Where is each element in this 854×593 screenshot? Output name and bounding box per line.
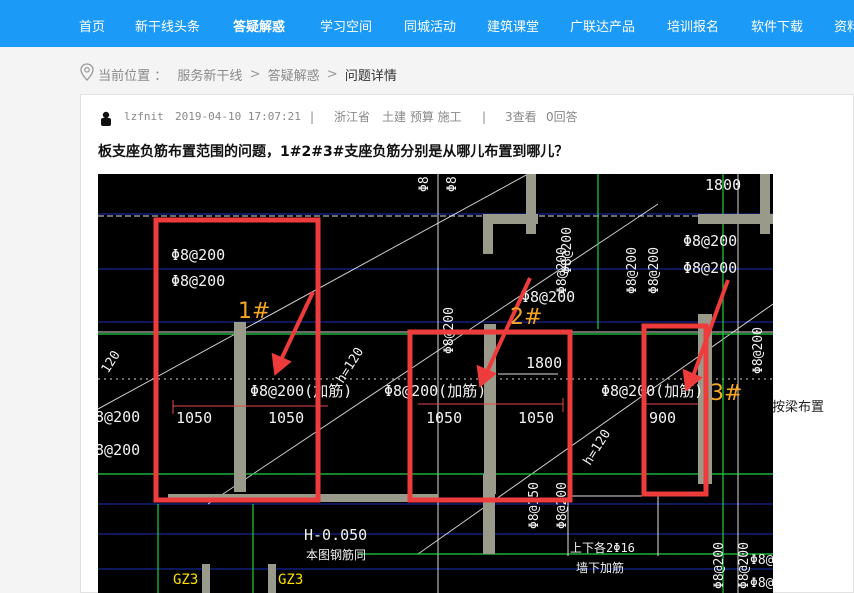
nav-item-home[interactable]: 首页: [79, 0, 105, 47]
cad-text-rebar: Φ8: [445, 176, 460, 192]
breadcrumb-separator: >: [326, 66, 338, 82]
cad-text-column: GZ3: [173, 572, 198, 588]
breadcrumb: 当前位置 ： 服务新干线 > 答疑解惑 > 问题详情: [80, 63, 397, 85]
cad-text-rebar: Φ8@200: [98, 441, 140, 459]
cad-text-dimension: 1050: [176, 409, 212, 427]
cad-text-note: 墙下加筋: [576, 560, 624, 575]
nav-item-training[interactable]: 培训报名: [667, 0, 719, 47]
nav-item-learning[interactable]: 学习空间: [320, 0, 372, 47]
cad-text-rebar: Φ8@200: [712, 542, 727, 589]
top-nav: 首页 新干线头条 答疑解惑 学习空间 同城活动 建筑课堂 广联达产品 培训报名 …: [0, 0, 854, 47]
cad-text-note: 上下各2Φ16: [570, 540, 635, 555]
label-1: 1#: [238, 299, 270, 324]
cad-text-dimension: 1050: [268, 409, 304, 427]
breadcrumb-separator: >: [249, 66, 261, 82]
breadcrumb-item-detail: 问题详情: [344, 68, 397, 84]
cad-text-rebar: Φ8@200: [751, 327, 766, 374]
nav-item-classroom[interactable]: 建筑课堂: [487, 0, 539, 47]
location-pin-icon: [80, 63, 94, 85]
cad-text-rebar: Φ8@200: [683, 259, 737, 277]
cad-text-rebar: Φ8@: [750, 576, 773, 591]
cad-text-rebar: Φ8@200(加筋): [250, 382, 352, 400]
label-2: 2#: [510, 305, 542, 330]
cad-text-rebar: Φ8: [417, 176, 432, 192]
cad-text-dimension: 1800: [705, 176, 741, 194]
cad-text-rebar: Φ8@200: [647, 247, 662, 294]
cad-text-rebar: Φ8@200: [750, 553, 773, 568]
post-time: 2019-04-10 17:07:21: [175, 110, 301, 123]
username[interactable]: lzfnit: [124, 108, 164, 126]
cad-text-rebar: Φ8@200: [560, 227, 575, 274]
answer-count: 0回答: [546, 110, 578, 124]
breadcrumb-prefix: 当前位置 ：: [98, 68, 168, 84]
cad-text-rebar: Φ8@200: [98, 408, 140, 426]
side-note: 按梁布置: [772, 400, 825, 415]
nav-item-headlines[interactable]: 新干线头条: [135, 0, 200, 47]
view-count: 3查看: [505, 110, 537, 124]
nav-item-local-events[interactable]: 同城活动: [404, 0, 456, 47]
nav-item-resources[interactable]: 资料: [834, 0, 854, 47]
question-image[interactable]: Φ8@200 Φ8@200 Φ8@200(加筋) Φ8@200(加筋) Φ8@2…: [98, 174, 773, 593]
cad-text-dimension: 900: [649, 409, 676, 427]
meta-divider: |: [310, 110, 315, 124]
label-3: 3#: [710, 381, 742, 406]
question-title: 板支座负筋布置范围的问题，1#2#3#支座负筋分别是从哪儿布置到哪儿？: [98, 144, 569, 160]
cad-text-rebar: Φ8@200: [171, 272, 225, 290]
cad-text-dimension: 1050: [426, 409, 462, 427]
cad-text-thickness: h=120: [334, 345, 367, 386]
breadcrumb-item-service[interactable]: 服务新干线: [177, 65, 242, 84]
cad-text-rebar: Φ8@200(加筋): [384, 382, 486, 400]
nav-item-downloads[interactable]: 软件下载: [751, 0, 803, 47]
breadcrumb-item-qa[interactable]: 答疑解惑: [268, 65, 320, 84]
cad-text-dimension: 1050: [518, 409, 554, 427]
cad-text-column: GZ3: [278, 572, 303, 588]
cad-text-note: 本图钢筋同: [306, 547, 366, 562]
arrow-1: [278, 291, 315, 363]
tags[interactable]: 土建 预算 施工: [382, 108, 462, 126]
cad-text-thickness: 120: [99, 348, 124, 376]
nav-item-products[interactable]: 广联达产品: [570, 0, 635, 47]
cad-text-rebar: Φ8@200: [683, 232, 737, 250]
province: 浙江省: [334, 110, 371, 124]
cad-text-elevation: H-0.050: [304, 526, 367, 544]
cad-text-rebar: Φ8@200: [171, 246, 225, 264]
cad-text-thickness: h=120: [581, 427, 614, 468]
avatar[interactable]: [100, 110, 112, 131]
cad-text-rebar: Φ8@200: [625, 247, 640, 294]
cad-text-rebar: Φ8@150: [527, 482, 542, 529]
nav-item-qa[interactable]: 答疑解惑: [233, 0, 285, 47]
meta-divider: |: [482, 110, 487, 124]
cad-text-dimension: 1800: [526, 354, 562, 372]
